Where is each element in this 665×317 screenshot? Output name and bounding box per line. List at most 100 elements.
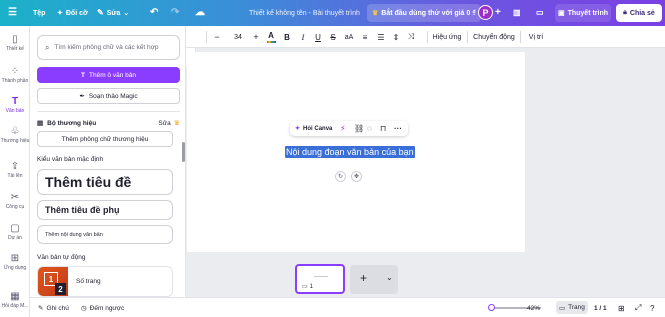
brand-edit-link[interactable]: Sửa ♛ (158, 119, 180, 128)
effects-button[interactable]: Hiệu ứng (432, 26, 462, 48)
text-direction-button[interactable]: ⤨ (406, 26, 416, 48)
more-options-button[interactable]: ··· (394, 121, 402, 136)
ask-canva-button[interactable]: ✦ Hỏi Canva (295, 121, 332, 136)
page-counter: 1 / 1 (594, 304, 607, 312)
redo-icon: ↷ (171, 7, 180, 18)
main-menu-button[interactable]: ☰ (8, 0, 17, 26)
zoom-level[interactable]: 42% (527, 298, 540, 317)
add-heading-card[interactable]: Thêm tiêu đề (37, 169, 173, 195)
notes-button[interactable]: ✎ Ghi chú (38, 298, 69, 317)
add-brand-fonts-button[interactable]: Thêm phông chữ thương hiệu (37, 131, 173, 147)
page-numbers-thumbnail: 1 2 (38, 267, 68, 296)
edit-menu-button[interactable]: ✎ Sửa ⌄ (97, 0, 129, 26)
help-icon: ▦ (10, 291, 20, 302)
spacing-button[interactable]: ⇕ (391, 26, 401, 48)
start-trial-button[interactable]: ♛ Bắt đầu dùng thử với giá 0 ₫ (367, 4, 481, 22)
add-body-text-card[interactable]: Thêm nội dung văn bản (37, 225, 173, 244)
strikethrough-button[interactable]: S (328, 26, 338, 48)
animate-button[interactable]: Chuyển động (473, 26, 515, 48)
link-button[interactable]: ⛓ (354, 121, 364, 136)
save-status-button[interactable]: ☁ (195, 0, 205, 26)
add-subheading-card[interactable]: Thêm tiêu đề phụ (37, 200, 173, 220)
decrease-size-button[interactable]: − (212, 26, 222, 48)
minus-icon: − (214, 32, 220, 42)
timer-button[interactable]: ◷ Đếm ngược (81, 298, 124, 317)
page-numbers-card[interactable]: 1 2 Số trang (37, 266, 173, 297)
magic-write-button[interactable]: ✒ Soạn thảo Magic (37, 88, 180, 104)
crown-icon: ♛ (173, 120, 180, 127)
font-search-box[interactable]: ⌕ (37, 35, 180, 60)
italic-button[interactable]: I (298, 26, 308, 48)
layout-icon: ▯ (12, 34, 18, 45)
font-search-input[interactable] (54, 44, 170, 51)
rail-item-elements[interactable]: ⁘ Thành phần (0, 66, 30, 85)
add-collaborator-button[interactable]: + (495, 0, 501, 26)
rail-item-text[interactable]: T Văn bản (0, 96, 30, 115)
pages-view-button[interactable]: ▭ Trang (556, 301, 588, 314)
rail-item-help[interactable]: ▦ Hỏi đáp M... (0, 291, 30, 310)
comment-icon: ▭ (302, 284, 308, 290)
align-button[interactable]: ≡ (360, 26, 370, 48)
underline-button[interactable]: U (313, 26, 323, 48)
rail-item-tools[interactable]: ✂ Công cụ (0, 192, 30, 211)
page-thumbnail[interactable]: ▭ 1 (295, 264, 345, 294)
grid-view-button[interactable]: ⊞ (618, 298, 625, 317)
fullscreen-button[interactable]: ⤢ (635, 298, 641, 317)
comment-icon: ▭ (536, 8, 544, 17)
rail-item-projects[interactable]: ▢ Dự án (0, 223, 30, 242)
file-menu-button[interactable]: Tệp (33, 0, 45, 26)
list-icon: ☰ (377, 32, 385, 42)
toolbar-separator (206, 31, 207, 43)
position-button[interactable]: Vị trí (526, 26, 546, 48)
rail-item-uploads[interactable]: ⇪ Tải lên (0, 161, 30, 180)
stats-button[interactable]: ▥ (513, 0, 521, 26)
rail-item-brand[interactable]: ♧ Thương hiệu (0, 126, 30, 145)
align-center-icon: ≡ (362, 32, 368, 42)
panel-scrollbar[interactable] (182, 142, 185, 162)
rotate-handle[interactable]: ↻ (335, 171, 346, 182)
rail-item-design[interactable]: ▯ Thiết kế (0, 34, 30, 53)
text-color-button[interactable]: A (265, 26, 277, 48)
undo-button[interactable]: ↶ (150, 0, 158, 26)
present-button[interactable]: ▣ Thuyết trình (555, 4, 611, 22)
lock-button[interactable]: ⊓ (380, 121, 386, 136)
avatar[interactable]: P (478, 5, 493, 20)
case-button[interactable]: aA (343, 26, 355, 48)
bar-chart-icon: ▥ (513, 8, 521, 17)
magic-wand-icon: ⚡︎ (340, 124, 346, 133)
hamburger-icon: ☰ (8, 7, 17, 18)
document-title[interactable]: Thiết kế không tên - Bài thuyết trình (249, 0, 360, 26)
brand-icon: ♧ (10, 126, 20, 137)
timer-label: Đếm ngược (89, 304, 125, 312)
top-bar: ☰ Tệp ✦ Đổi cỡ ✎ Sửa ⌄ ↶ ↷ ☁ Thiết kế không… (0, 0, 665, 26)
spacing-icon: ⇕ (392, 32, 400, 42)
selected-text-box[interactable]: Nội dung đoạn văn bản của bạn (285, 146, 415, 158)
timer-icon: ◷ (81, 305, 87, 312)
magic-edit-button[interactable]: ⚡︎ (340, 121, 346, 136)
font-dropdown-edge[interactable] (189, 26, 197, 48)
notes-icon: ✎ (38, 305, 44, 312)
undo-icon: ↶ (150, 7, 159, 18)
add-page-button[interactable]: + ⌄ (350, 265, 398, 294)
brand-edit-label: Sửa (158, 119, 171, 127)
increase-size-button[interactable]: + (251, 26, 261, 48)
help-icon: ? (650, 303, 655, 313)
font-size-input[interactable]: 34 (230, 26, 246, 48)
rail-item-apps[interactable]: ⊞ Ứng dụng (0, 253, 30, 272)
rail-label: Dự án (8, 235, 22, 241)
comment-button[interactable]: ◌ (367, 121, 372, 136)
zoom-slider-knob[interactable] (488, 304, 495, 311)
bold-button[interactable]: B (282, 26, 292, 48)
move-handle[interactable]: ✥ (351, 171, 362, 182)
redo-button[interactable]: ↷ (171, 0, 179, 26)
add-textbox-button[interactable]: T Thêm ô văn bản (37, 67, 180, 83)
share-button[interactable]: 🔒︎ Chia sẻ (616, 4, 662, 22)
help-button[interactable]: ? (650, 298, 654, 317)
comments-button[interactable]: ▭ (536, 0, 544, 26)
rotate-icon: ↻ (337, 174, 344, 180)
ask-canva-label: Hỏi Canva (303, 125, 333, 132)
page-numbers-label: Số trang (76, 278, 101, 285)
list-button[interactable]: ☰ (376, 26, 386, 48)
folder-icon: ▢ (10, 223, 20, 234)
resize-button[interactable]: ✦ Đổi cỡ (57, 0, 88, 26)
